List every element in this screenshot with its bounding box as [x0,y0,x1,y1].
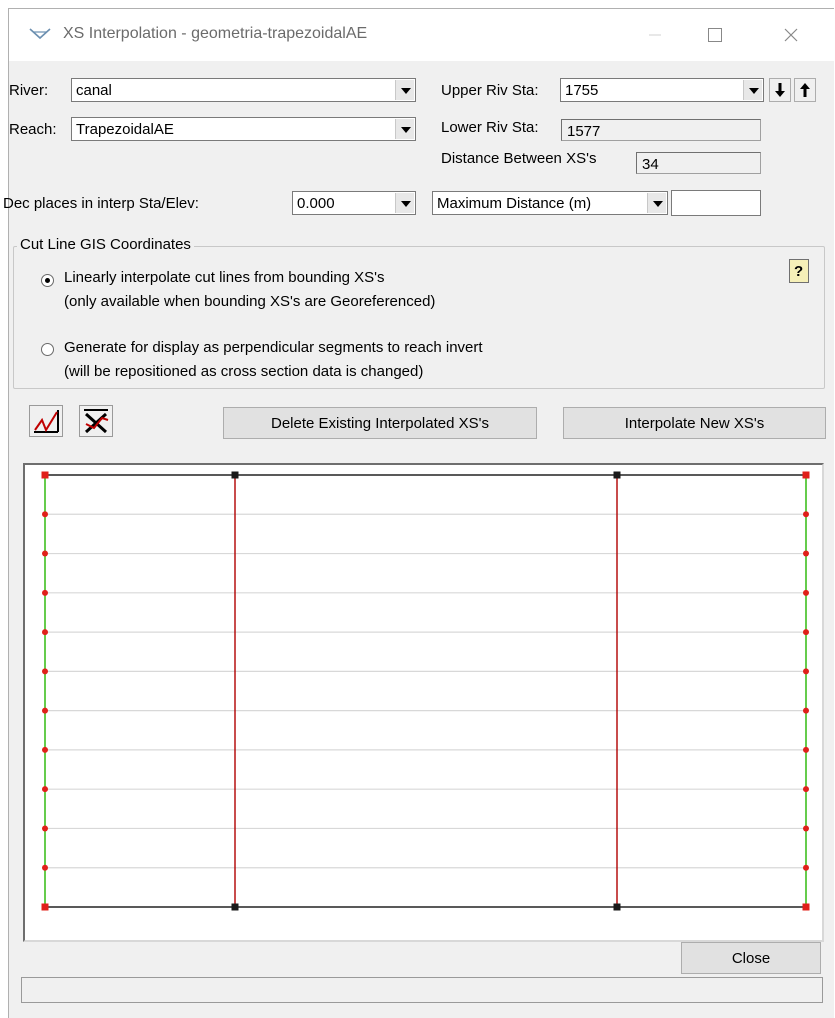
maximize-icon [708,28,722,42]
max-distance-dropdown-arrow-icon[interactable] [647,193,666,213]
help-button[interactable]: ? [789,259,809,283]
maximize-button[interactable] [693,17,737,53]
bank-node [42,864,48,871]
bank-node [803,629,809,636]
arrow-up-icon [800,83,810,97]
option1-text: Linearly interpolate cut lines from boun… [64,269,385,286]
delete-existing-xs-button[interactable]: Delete Existing Interpolated XS's [223,407,537,439]
bank-node [42,707,48,714]
bank-node [803,511,809,518]
bank-node [803,786,809,793]
reach-value: TrapezoidalAE [76,121,174,138]
arrow-down-icon [775,83,785,97]
distance-between-label: Distance Between XS's [441,150,597,167]
xs-plot[interactable] [25,465,822,940]
svg-text:?: ? [794,263,803,280]
bank-node [803,589,809,596]
distance-between-field: 34 [636,152,761,174]
title-bar: XS Interpolation - geometria-trapezoidal… [9,9,834,61]
reach-dropdown-arrow-icon[interactable] [395,119,414,139]
river-dropdown-arrow-icon[interactable] [395,80,414,100]
dec-places-select[interactable]: 0.000 [292,191,416,215]
bank-node [42,825,48,832]
bank-node [42,511,48,518]
bank-node [803,864,809,871]
dec-places-label: Dec places in interp Sta/Elev: [3,195,199,212]
max-distance-selected: Maximum Distance (m) [437,195,592,212]
max-distance-select[interactable]: Maximum Distance (m) [432,191,668,215]
xs-interpolation-window: XS Interpolation - geometria-trapezoidal… [3,8,834,1018]
draw-line-icon [34,410,59,433]
bank-node [42,746,48,753]
upper-riv-sta-label: Upper Riv Sta: [441,82,539,99]
option2-subtext: (will be repositioned as cross section d… [64,363,424,380]
corner-node [802,903,810,911]
distance-between-value: 34 [642,156,659,173]
channel-node [613,903,621,911]
river-label: River: [9,82,49,99]
radio-perpendicular[interactable] [41,343,54,356]
channel-node [613,471,621,479]
next-station-up-button[interactable] [794,78,816,102]
bank-node [42,550,48,557]
close-window-button[interactable] [769,17,813,53]
reach-select[interactable]: TrapezoidalAE [71,117,416,141]
bank-node [42,629,48,636]
close-button[interactable]: Close [681,942,821,974]
bank-node [42,589,48,596]
status-bar [21,977,823,1003]
option2-text: Generate for display as perpendicular se… [64,339,483,356]
river-value: canal [76,82,112,99]
lower-riv-sta-value: 1577 [567,123,601,140]
reach-label: Reach: [9,121,57,138]
option1-subtext: (only available when bounding XS's are G… [64,293,436,310]
lower-riv-sta-label: Lower Riv Sta: [441,119,539,136]
dec-places-value: 0.000 [297,195,335,212]
next-station-down-button[interactable] [769,78,791,102]
radio-linear-interpolate[interactable] [41,274,54,287]
river-select[interactable]: canal [71,78,416,102]
cutline-group-legend: Cut Line GIS Coordinates [17,236,194,253]
bank-node [803,550,809,557]
lower-riv-sta-field: 1577 [561,119,761,141]
corner-node [802,471,810,479]
interpolate-new-xs-button[interactable]: Interpolate New XS's [563,407,826,439]
upper-riv-sta-select[interactable]: 1755 [560,78,764,102]
channel-node [231,903,239,911]
channel-node [231,471,239,479]
delete-line-icon [84,409,109,434]
corner-node [41,471,49,479]
window-app-icon [29,28,51,40]
delete-line-button[interactable] [79,405,113,437]
bank-node [803,707,809,714]
upper-riv-sta-value: 1755 [565,82,599,99]
max-distance-input[interactable] [671,190,761,216]
close-icon [784,28,798,42]
help-icon: ? [794,263,803,280]
window-title: XS Interpolation - geometria-trapezoidal… [63,25,368,42]
bank-node [803,746,809,753]
dec-places-dropdown-arrow-icon[interactable] [395,193,414,213]
bank-node [803,825,809,832]
draw-line-button[interactable] [29,405,63,437]
corner-node [41,903,49,911]
xs-plot-frame [23,463,824,942]
bank-node [42,668,48,675]
bank-node [42,786,48,793]
bank-node [803,668,809,675]
minimize-button[interactable] [633,17,677,53]
upper-riv-sta-dropdown-arrow-icon[interactable] [743,80,762,100]
minimize-icon [649,34,661,36]
